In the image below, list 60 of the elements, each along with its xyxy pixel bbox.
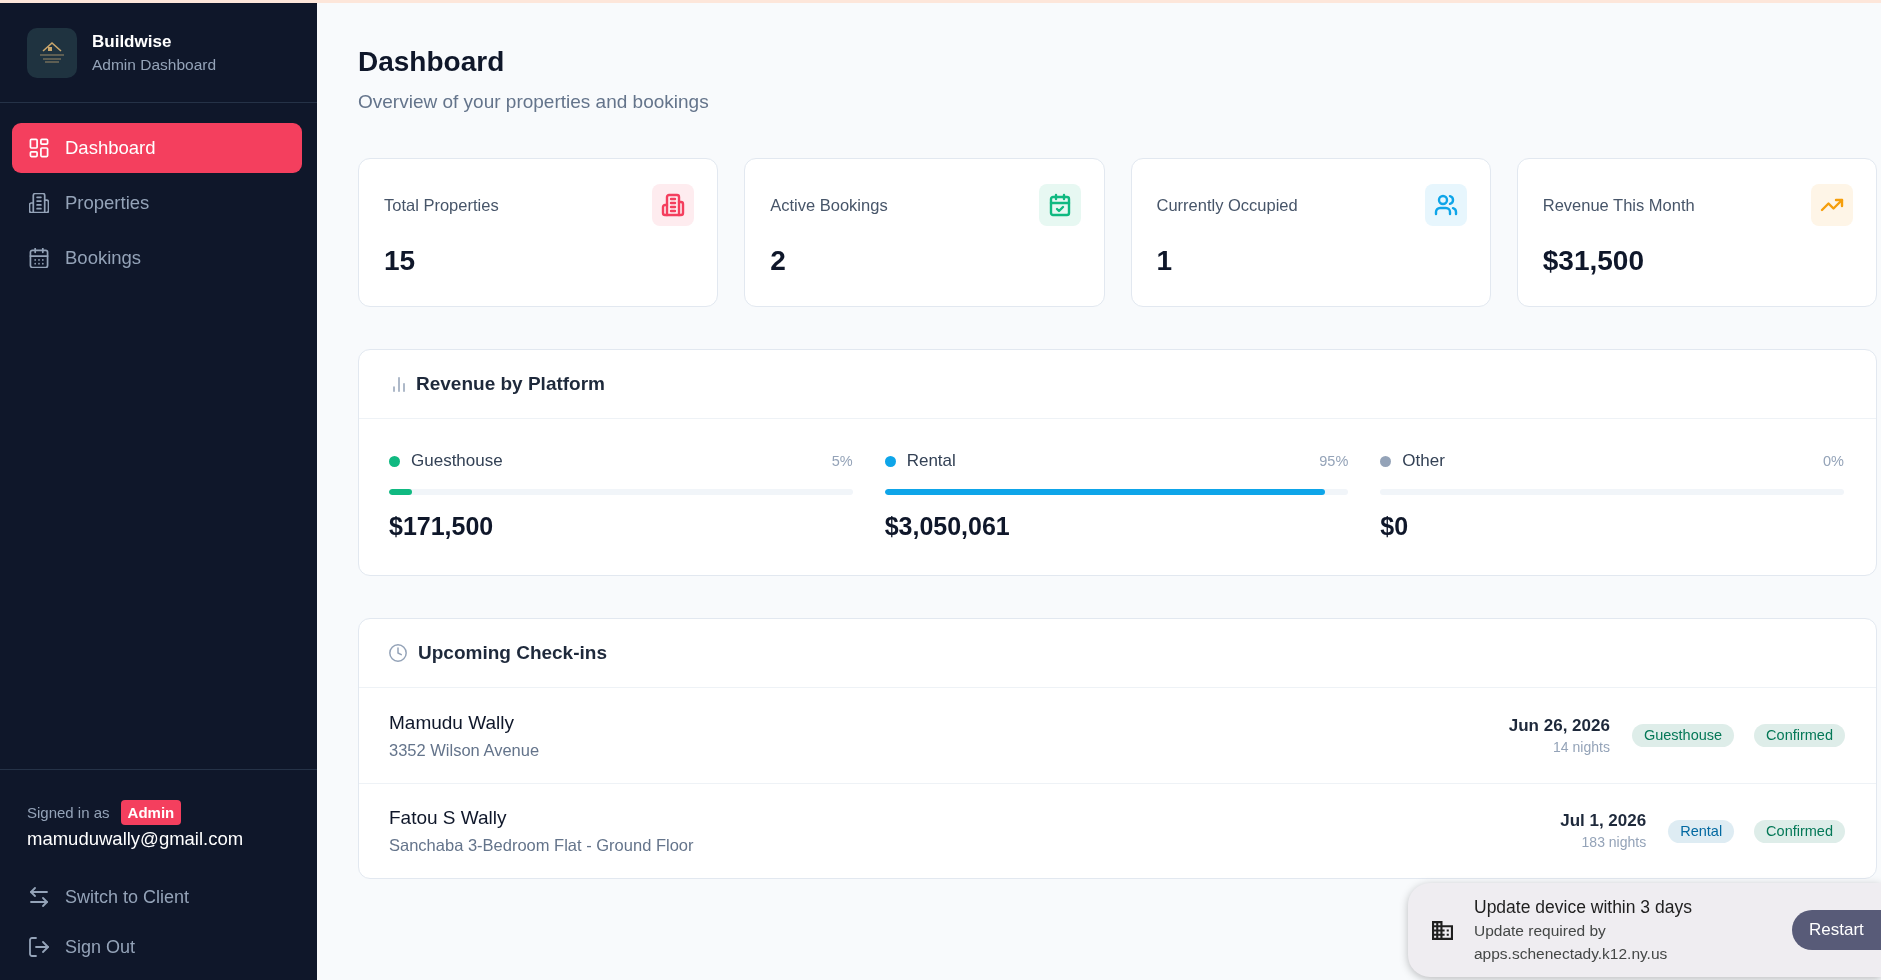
- stat-label: Active Bookings: [770, 195, 888, 215]
- platform-badge: Rental: [1668, 819, 1735, 843]
- amount-text: $0: [1380, 511, 1410, 541]
- status-badge: Confirmed: [1754, 819, 1845, 843]
- nav-item[interactable]: Dashboard: [12, 123, 302, 173]
- percent-text: 5%: [831, 453, 853, 469]
- building-icon: [29, 193, 49, 213]
- building-icon: [652, 184, 695, 226]
- account-email: mamuduwally@gmail.com: [27, 827, 245, 851]
- building-icon: [1432, 920, 1453, 940]
- calendar-icon: [29, 248, 49, 268]
- status-badge: Confirmed: [1754, 724, 1845, 747]
- sign-out-link[interactable]: Sign Out: [12, 926, 302, 968]
- nav-item[interactable]: Bookings: [12, 233, 302, 283]
- house-logo-icon: [27, 28, 77, 78]
- stat-value: 1: [1156, 244, 1174, 278]
- bar-chart-icon: [393, 376, 405, 392]
- switch-client-link[interactable]: Switch to Client: [12, 876, 302, 918]
- guest-name: Mamudu Wally: [389, 710, 515, 735]
- page-title: Dashboard: [358, 45, 506, 79]
- signed-in-label: Signed in as: [27, 804, 110, 821]
- nights-count: 183 nights: [1581, 833, 1647, 852]
- stat-label: Total Properties: [384, 195, 499, 215]
- people-icon: [1424, 184, 1467, 226]
- stat-value: 2: [770, 244, 787, 278]
- amount-text: $3,050,061: [884, 511, 1011, 541]
- platform-label: Rental: [906, 451, 956, 471]
- nav-item[interactable]: Properties: [12, 178, 302, 228]
- checkin-date: Jun 26, 2026: [1508, 714, 1610, 737]
- section-title: Upcoming Check-ins: [418, 642, 607, 664]
- platform-label: Guesthouse: [411, 451, 503, 471]
- brand-name: Buildwise: [92, 31, 173, 52]
- trend-up-icon: [1811, 184, 1853, 226]
- percent-text: 95%: [1319, 453, 1349, 469]
- toast-title: Update device within 3 days: [1474, 895, 1692, 919]
- nights-count: 14 nights: [1553, 737, 1610, 757]
- clock-icon: [389, 644, 407, 662]
- amount-text: $171,500: [389, 511, 495, 541]
- toast-message: Update required by: [1474, 920, 1607, 941]
- section-title: Revenue by Platform: [416, 373, 605, 395]
- stat-label: Currently Occupied: [1156, 195, 1298, 215]
- page-subtitle: Overview of your properties and bookings: [358, 90, 710, 114]
- stat-value: $31,500: [1542, 244, 1645, 278]
- restart-button[interactable]: Restart: [1792, 910, 1881, 950]
- stat-value: 15: [384, 244, 417, 278]
- property-address: 3352 Wilson Avenue: [389, 739, 540, 761]
- calendar-check-icon: [1038, 184, 1081, 226]
- sign-out-icon: [29, 937, 49, 957]
- property-address: Sanchaba 3-Bedroom Flat - Ground Floor: [389, 835, 694, 856]
- platform-badge: Guesthouse: [1631, 724, 1735, 747]
- guest-name: Fatou S Wally: [389, 806, 508, 830]
- dashboard-grid-icon: [29, 138, 49, 158]
- percent-text: 0%: [1823, 453, 1844, 469]
- checkin-date: Jul 1, 2026: [1560, 810, 1647, 832]
- toast-domain: apps.schenectady.k12.ny.us: [1474, 943, 1669, 964]
- platform-label: Other: [1402, 451, 1445, 471]
- brand-subtitle: Admin Dashboard: [92, 55, 217, 75]
- stat-label: Revenue This Month: [1542, 195, 1695, 215]
- arrows-icon: [29, 887, 49, 907]
- role-badge: Admin: [120, 800, 182, 825]
